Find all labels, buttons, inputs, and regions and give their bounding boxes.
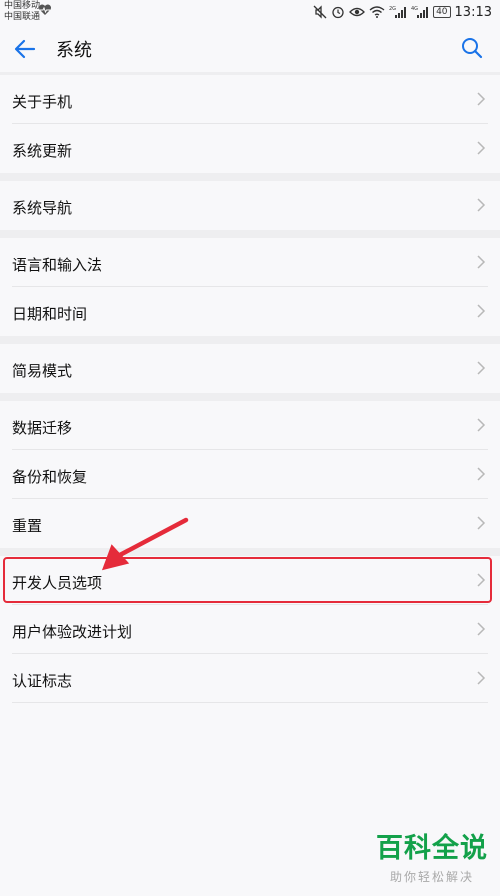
settings-group: 简易模式 bbox=[0, 344, 500, 393]
settings-group: 系统导航 bbox=[0, 181, 500, 230]
status-icons: 2G 4G 40 13:13 bbox=[313, 3, 492, 21]
chevron-right-icon bbox=[477, 198, 486, 212]
settings-group: 关于手机 系统更新 bbox=[0, 75, 500, 173]
battery-icon: 40 bbox=[433, 6, 451, 18]
search-button[interactable] bbox=[460, 36, 484, 60]
item-label: 日期和时间 bbox=[12, 305, 88, 323]
chevron-right-icon bbox=[477, 255, 486, 269]
search-icon bbox=[462, 38, 483, 59]
chevron-right-icon bbox=[477, 467, 486, 481]
item-label: 备份和恢复 bbox=[12, 468, 88, 486]
divider bbox=[0, 173, 500, 181]
signal-2g-icon: 2G bbox=[389, 5, 407, 19]
back-button[interactable] bbox=[12, 36, 38, 62]
alarm-icon bbox=[331, 5, 345, 19]
signal-4g-icon: 4G bbox=[411, 5, 429, 19]
settings-item-system-update[interactable]: 系统更新 bbox=[12, 124, 488, 173]
settings-item-data-migration[interactable]: 数据迁移 bbox=[12, 401, 488, 450]
item-label: 关于手机 bbox=[12, 93, 73, 111]
back-arrow-icon bbox=[14, 39, 36, 59]
red-arrow-annotation bbox=[101, 517, 189, 571]
settings-group: 数据迁移 备份和恢复 重置 bbox=[0, 401, 500, 548]
chevron-right-icon bbox=[477, 304, 486, 318]
settings-item-system-navigation[interactable]: 系统导航 bbox=[12, 181, 488, 230]
item-label: 开发人员选项 bbox=[12, 574, 103, 592]
settings-item-reset[interactable]: 重置 bbox=[12, 499, 488, 548]
item-label: 简易模式 bbox=[12, 362, 73, 380]
mute-icon bbox=[313, 5, 327, 19]
settings-list: 关于手机 系统更新 系统导航 语言和输入法 日期和时间 简易模式 数据迁移 备份… bbox=[0, 72, 500, 703]
page-title: 系统 bbox=[56, 40, 92, 61]
clock: 13:13 bbox=[454, 4, 492, 20]
chevron-right-icon bbox=[477, 361, 486, 375]
chevron-right-icon bbox=[477, 671, 486, 685]
settings-item-simple-mode[interactable]: 简易模式 bbox=[12, 344, 488, 393]
eye-icon bbox=[349, 6, 365, 18]
settings-item-about-phone[interactable]: 关于手机 bbox=[12, 75, 488, 124]
divider bbox=[0, 393, 500, 401]
heart-pulse-icon bbox=[38, 4, 52, 19]
svg-text:2G: 2G bbox=[389, 6, 396, 12]
carrier-1: 中国移动 bbox=[4, 1, 41, 11]
watermark: 百科全说 助你轻松解决 bbox=[376, 832, 488, 885]
carrier-2: 中国联通 bbox=[4, 12, 41, 22]
chevron-right-icon bbox=[477, 573, 486, 587]
app-bar: 系统 bbox=[0, 24, 500, 72]
item-label: 用户体验改进计划 bbox=[12, 623, 133, 641]
chevron-right-icon bbox=[477, 141, 486, 155]
settings-item-backup-restore[interactable]: 备份和恢复 bbox=[12, 450, 488, 499]
carrier-labels: 中国移动 中国联通 bbox=[4, 1, 40, 23]
chevron-right-icon bbox=[477, 418, 486, 432]
settings-item-date-time[interactable]: 日期和时间 bbox=[12, 287, 488, 336]
divider bbox=[0, 548, 500, 556]
settings-item-user-experience[interactable]: 用户体验改进计划 bbox=[12, 605, 488, 654]
settings-group: 语言和输入法 日期和时间 bbox=[0, 238, 500, 336]
chevron-right-icon bbox=[477, 622, 486, 636]
settings-item-developer-options[interactable]: 开发人员选项 bbox=[12, 556, 488, 605]
divider bbox=[0, 336, 500, 344]
item-label: 语言和输入法 bbox=[12, 256, 103, 274]
watermark-subtitle: 助你轻松解决 bbox=[389, 870, 474, 884]
item-label: 数据迁移 bbox=[12, 419, 73, 437]
status-bar: 中国移动 中国联通 2G 4G 40 13:13 bbox=[0, 0, 500, 24]
svg-text:4G: 4G bbox=[411, 6, 418, 12]
divider bbox=[0, 230, 500, 238]
watermark-title: 百科全说 bbox=[376, 833, 488, 864]
item-label: 认证标志 bbox=[12, 672, 73, 690]
item-label: 系统导航 bbox=[12, 199, 73, 217]
item-label: 重置 bbox=[12, 517, 43, 535]
settings-item-language-input[interactable]: 语言和输入法 bbox=[12, 238, 488, 287]
wifi-icon bbox=[369, 6, 385, 18]
item-label: 系统更新 bbox=[12, 142, 73, 160]
chevron-right-icon bbox=[477, 516, 486, 530]
settings-item-certification[interactable]: 认证标志 bbox=[12, 654, 488, 703]
settings-group: 开发人员选项 用户体验改进计划 认证标志 bbox=[0, 556, 500, 703]
chevron-right-icon bbox=[477, 92, 486, 106]
